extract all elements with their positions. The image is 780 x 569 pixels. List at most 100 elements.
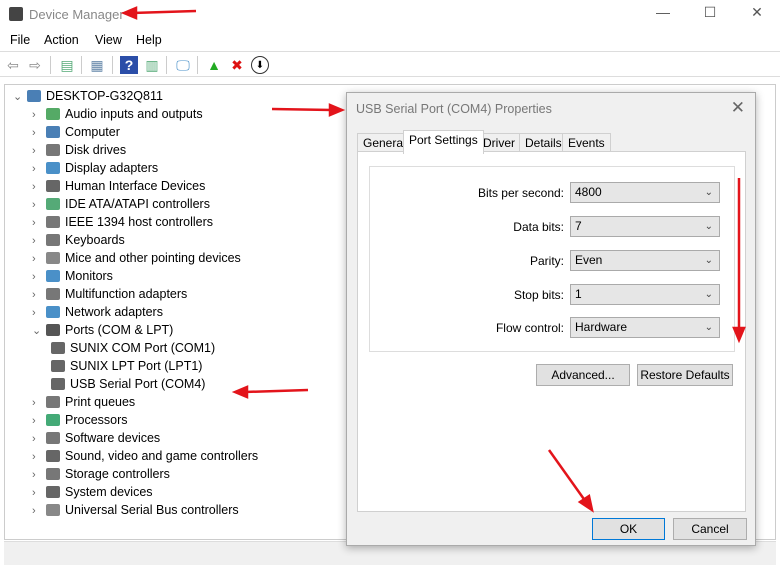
tree-item[interactable]: › Universal Serial Bus controllers <box>32 501 239 519</box>
restore-defaults-button[interactable]: Restore Defaults <box>637 364 733 386</box>
tree-item-label: Network adapters <box>65 305 163 319</box>
dropdown-value: 4800 <box>575 185 602 199</box>
tree-item[interactable]: › Processors <box>32 411 128 429</box>
chevron-right-icon[interactable]: › <box>32 448 46 466</box>
tree-item[interactable]: › Storage controllers <box>32 465 170 483</box>
advanced-button[interactable]: Advanced... <box>536 364 630 386</box>
tree-item[interactable]: › Human Interface Devices <box>32 177 205 195</box>
field-dropdown[interactable]: 4800 ⌄ <box>570 182 720 203</box>
device-category-icon <box>46 396 60 408</box>
tree-item[interactable]: › Computer <box>32 123 120 141</box>
device-manager-icon <box>9 7 23 21</box>
device-category-icon <box>46 414 60 426</box>
tree-item[interactable]: SUNIX LPT Port (LPT1) <box>51 357 202 375</box>
tree-item-label: USB Serial Port (COM4) <box>70 377 206 391</box>
chevron-right-icon[interactable]: › <box>32 124 46 142</box>
back-icon[interactable]: ⇦ <box>4 56 22 74</box>
device-category-icon <box>46 504 60 516</box>
help-icon[interactable]: ? <box>120 56 138 74</box>
tree-item-label: IDE ATA/ATAPI controllers <box>65 197 210 211</box>
menu-action[interactable]: Action <box>44 33 79 47</box>
tab-port-settings[interactable]: Port Settings <box>403 130 484 154</box>
tree-item[interactable]: › Monitors <box>32 267 113 285</box>
tree-item[interactable]: › Multifunction adapters <box>32 285 187 303</box>
tree-item[interactable]: › IEEE 1394 host controllers <box>32 213 213 231</box>
chevron-right-icon[interactable]: › <box>32 142 46 160</box>
chevron-right-icon[interactable]: › <box>32 466 46 484</box>
tree-item[interactable]: › Display adapters <box>32 159 158 177</box>
chevron-down-icon[interactable]: ⌄ <box>13 88 27 106</box>
chevron-right-icon[interactable]: › <box>32 268 46 286</box>
ok-button[interactable]: OK <box>592 518 665 540</box>
device-category-icon <box>46 324 60 336</box>
dialog-close-button[interactable]: ✕ <box>731 98 745 118</box>
field-dropdown[interactable]: Hardware ⌄ <box>570 317 720 338</box>
device-category-icon <box>51 342 65 354</box>
menu-file[interactable]: File <box>10 33 30 47</box>
chevron-right-icon[interactable]: › <box>32 304 46 322</box>
field-label: Flow control: <box>495 321 564 335</box>
menu-help[interactable]: Help <box>136 33 162 47</box>
tree-item[interactable]: › Sound, video and game controllers <box>32 447 258 465</box>
settings-group: Bits per second: 4800 ⌄ Data bits: 7 ⌄ Parity:… <box>369 166 735 352</box>
forward-icon[interactable]: ⇨ <box>26 56 44 74</box>
tree-item[interactable]: › Audio inputs and outputs <box>32 105 203 123</box>
tree-item[interactable]: ⌄ Ports (COM & LPT) <box>32 321 173 339</box>
close-button[interactable]: ✕ <box>742 4 772 21</box>
field-dropdown[interactable]: 1 ⌄ <box>570 284 720 305</box>
menu-view[interactable]: View <box>95 33 122 47</box>
tree-item[interactable]: › System devices <box>32 483 153 501</box>
chevron-right-icon[interactable]: › <box>32 160 46 178</box>
field-dropdown[interactable]: Even ⌄ <box>570 250 720 271</box>
tree-item[interactable]: › Disk drives <box>32 141 126 159</box>
chevron-right-icon[interactable]: › <box>32 250 46 268</box>
tree-item[interactable]: › Network adapters <box>32 303 163 321</box>
device-category-icon <box>46 234 60 246</box>
chevron-down-icon: ⌄ <box>704 322 713 333</box>
tab-events[interactable]: Events <box>562 133 611 153</box>
device-category-icon <box>46 450 60 462</box>
tree-item-label: SUNIX LPT Port (LPT1) <box>70 359 203 373</box>
tree-item[interactable]: USB Serial Port (COM4) <box>51 375 205 393</box>
field-label: Data bits: <box>513 220 564 234</box>
disable-device-icon[interactable]: ⬇ <box>251 56 269 74</box>
action-pane-icon[interactable]: ▥ <box>143 56 161 74</box>
device-category-icon <box>46 288 60 300</box>
chevron-down-icon[interactable]: ⌄ <box>32 322 46 340</box>
uninstall-icon[interactable]: ✖ <box>228 56 246 74</box>
chevron-right-icon[interactable]: › <box>32 286 46 304</box>
chevron-right-icon[interactable]: › <box>32 394 46 412</box>
device-category-icon <box>46 180 60 192</box>
chevron-right-icon[interactable]: › <box>32 214 46 232</box>
chevron-right-icon[interactable]: › <box>32 196 46 214</box>
tree-item[interactable]: › IDE ATA/ATAPI controllers <box>32 195 210 213</box>
tab-details[interactable]: Details <box>519 133 568 153</box>
chevron-down-icon: ⌄ <box>704 187 713 198</box>
chevron-right-icon[interactable]: › <box>32 232 46 250</box>
minimize-button[interactable]: — <box>648 4 678 20</box>
tree-item[interactable]: › Mice and other pointing devices <box>32 249 241 267</box>
tree-root[interactable]: ⌄ DESKTOP-G32Q811 <box>13 87 163 105</box>
chevron-right-icon[interactable]: › <box>32 502 46 520</box>
update-driver-icon[interactable]: ▲ <box>205 56 223 74</box>
chevron-right-icon[interactable]: › <box>32 178 46 196</box>
chevron-right-icon[interactable]: › <box>32 412 46 430</box>
cancel-button[interactable]: Cancel <box>673 518 747 540</box>
chevron-right-icon[interactable]: › <box>32 430 46 448</box>
chevron-right-icon[interactable]: › <box>32 106 46 124</box>
maximize-button[interactable]: ☐ <box>695 4 725 21</box>
tree-item[interactable]: SUNIX COM Port (COM1) <box>51 339 215 357</box>
device-category-icon <box>46 486 60 498</box>
properties-icon[interactable]: ▦ <box>88 56 106 74</box>
field-dropdown[interactable]: 7 ⌄ <box>570 216 720 237</box>
show-hide-console-tree-icon[interactable]: ▤ <box>58 56 76 74</box>
field-label: Stop bits: <box>513 288 564 302</box>
tree-item-label: Disk drives <box>65 143 127 157</box>
chevron-right-icon[interactable]: › <box>32 484 46 502</box>
tree-item[interactable]: › Print queues <box>32 393 135 411</box>
scan-hardware-icon[interactable]: 🖵 <box>174 56 192 74</box>
tree-item[interactable]: › Software devices <box>32 429 160 447</box>
dropdown-value: Hardware <box>575 320 628 334</box>
tree-item[interactable]: › Keyboards <box>32 231 125 249</box>
device-category-icon <box>46 216 60 228</box>
